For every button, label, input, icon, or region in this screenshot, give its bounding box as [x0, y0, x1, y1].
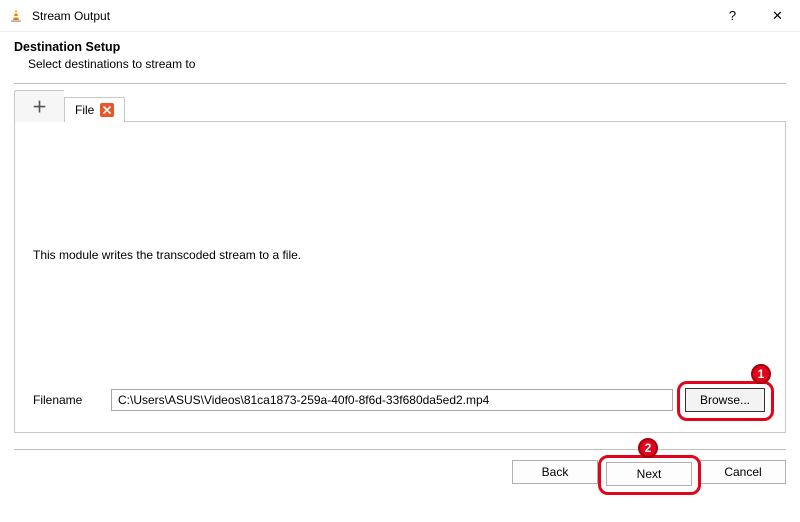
filename-label: Filename [33, 393, 101, 407]
close-window-button[interactable]: ✕ [755, 0, 800, 32]
annotation-badge-1: 1 [751, 364, 771, 384]
window-title: Stream Output [32, 9, 110, 23]
footer: Back Next 2 Cancel [0, 450, 800, 488]
tab-file[interactable]: File [64, 97, 125, 122]
tabbar: ＋ File [14, 92, 786, 122]
help-button[interactable]: ? [710, 0, 755, 32]
content-area: ＋ File This module writes the transcoded… [0, 92, 800, 433]
back-button[interactable]: Back [512, 460, 598, 484]
app-icon [8, 8, 24, 24]
wizard-header: Destination Setup Select destinations to… [0, 32, 800, 81]
annotation-badge-2: 2 [638, 438, 658, 458]
help-icon: ? [729, 8, 736, 23]
close-icon: ✕ [772, 8, 783, 24]
filename-row: Filename Browse... 1 [33, 386, 767, 414]
wizard-title: Destination Setup [14, 40, 786, 54]
cancel-button[interactable]: Cancel [700, 460, 786, 484]
browse-button[interactable]: Browse... [685, 388, 765, 412]
tab-file-label: File [75, 103, 94, 117]
wizard-subtitle: Select destinations to stream to [14, 54, 786, 71]
tab-close-button[interactable] [100, 103, 114, 117]
add-destination-tab[interactable]: ＋ [14, 90, 64, 122]
x-icon [103, 106, 111, 114]
plus-icon: ＋ [32, 96, 47, 117]
divider [14, 83, 786, 84]
filename-input[interactable] [111, 389, 673, 411]
titlebar: Stream Output ? ✕ [0, 0, 800, 32]
module-description: This module writes the transcoded stream… [33, 248, 767, 262]
next-button[interactable]: Next [606, 462, 692, 486]
tab-panel-file: This module writes the transcoded stream… [14, 121, 786, 433]
